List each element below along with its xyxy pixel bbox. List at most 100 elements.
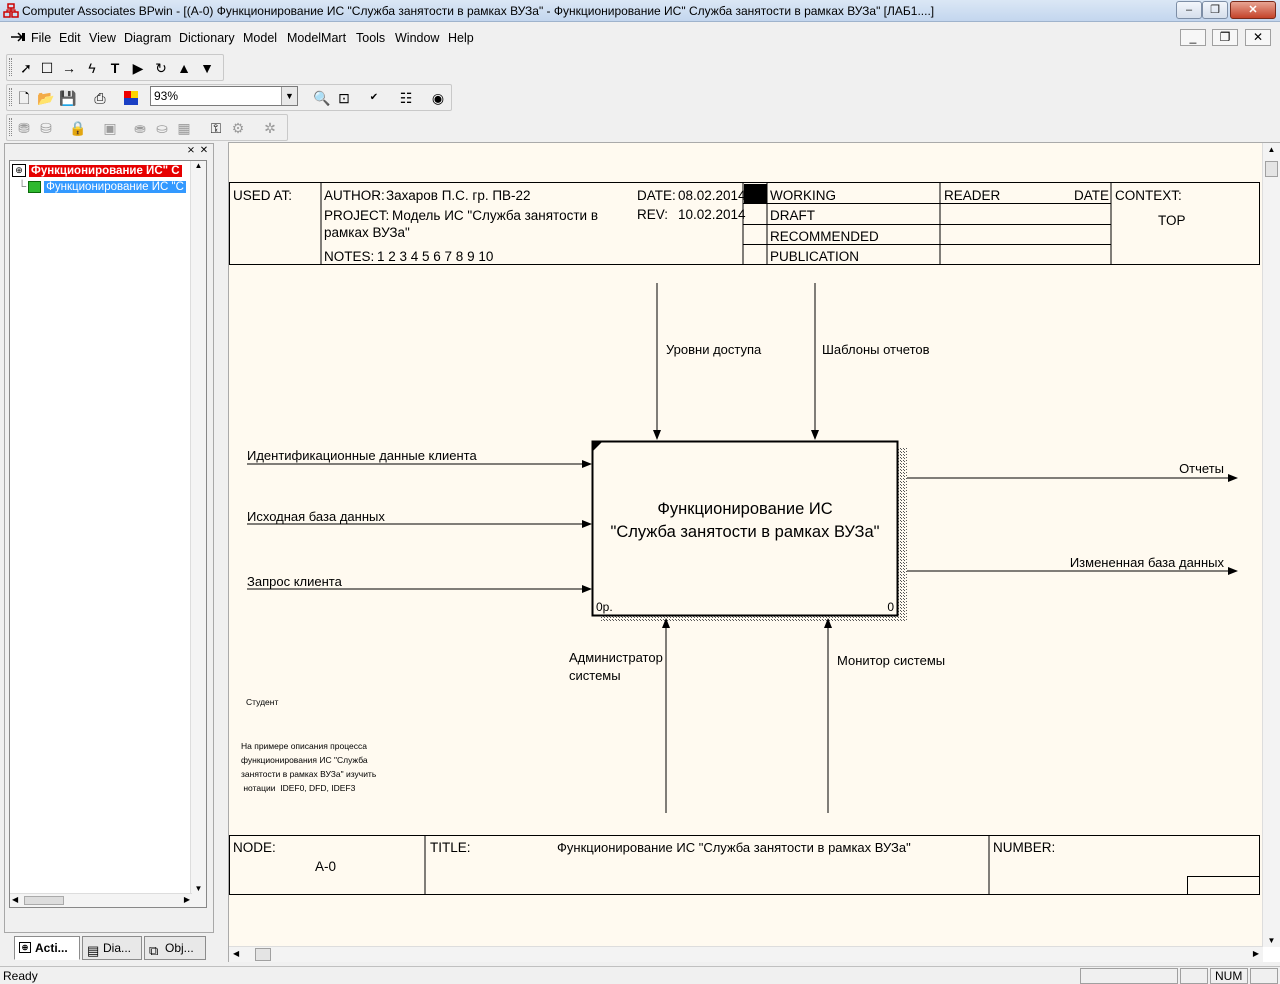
title-label: TITLE: <box>430 840 471 855</box>
maximize-button[interactable]: ❐ <box>1202 1 1228 19</box>
mm-users-icon[interactable]: ⚙ <box>227 117 249 139</box>
diagram-vertical-scrollbar[interactable]: ▲ ▼ <box>1262 143 1280 947</box>
notes-label: NOTES: <box>324 249 374 264</box>
explorer-close-icon[interactable]: ✕ <box>198 145 210 157</box>
tab-objects[interactable]: ⧉ Obj... <box>144 936 206 960</box>
close-button[interactable]: ✕ <box>1230 1 1276 19</box>
activity-name-line2: "Служба занятости в рамках ВУЗа" <box>610 523 879 541</box>
go-to-sibling-icon[interactable]: ↻ <box>150 57 172 79</box>
menu-tools[interactable]: Tools <box>356 31 385 45</box>
open-folder-icon[interactable]: 📂 <box>35 87 57 109</box>
mm-save-icon[interactable]: ⛀ <box>151 117 173 139</box>
menu-model[interactable]: Model <box>243 31 277 45</box>
mm-open-icon[interactable]: ⛂ <box>129 117 151 139</box>
status-recommended: RECOMMENDED <box>770 229 879 244</box>
menu-dictionary[interactable]: Dictionary <box>179 31 235 45</box>
control-label-report-templates: Шаблоны отчетов <box>822 342 930 357</box>
pointer-tool-icon[interactable]: ➚ <box>15 57 37 79</box>
model-explorer-icon[interactable]: ☷ <box>395 87 417 109</box>
input-label-source-db: Исходная база данных <box>247 509 385 524</box>
go-to-parent-icon[interactable]: ▲ <box>173 57 195 79</box>
explorer-dock-icon[interactable]: ⨯ <box>185 145 197 157</box>
date-label: DATE: <box>637 188 676 203</box>
activity-tree: ⊕ Функционирование ИС" С └ Функционировани… <box>9 160 207 908</box>
zoom-fit-icon[interactable]: ⊡ <box>333 87 355 109</box>
zoom-select[interactable]: 93% ▼ <box>150 86 298 106</box>
document-menu-icon[interactable] <box>10 31 26 43</box>
tree-child-item[interactable]: └ Функционирование ИС "С <box>18 180 186 196</box>
node-label: NODE: <box>233 840 276 855</box>
activity-box-tool-icon[interactable]: ☐ <box>36 57 58 79</box>
explorer-vertical-scrollbar[interactable]: ▲ ▼ <box>190 161 206 907</box>
menu-edit[interactable]: Edit <box>59 31 81 45</box>
model-explorer-panel: ⨯ ✕ ⊕ Функционирование ИС" С └ Функциониро… <box>4 143 214 933</box>
activity-cost: 0р. <box>596 600 613 614</box>
explorer-horizontal-scrollbar[interactable]: ◀ ▶ <box>10 893 192 907</box>
menu-window[interactable]: Window <box>395 31 439 45</box>
scroll-thumb[interactable] <box>24 896 64 905</box>
node-value: A-0 <box>315 859 336 874</box>
menu-diagram[interactable]: Diagram <box>124 31 171 45</box>
author-label: AUTHOR: <box>324 188 385 203</box>
color-palette-icon[interactable] <box>120 87 142 109</box>
go-down-icon[interactable]: ▼ <box>196 57 218 79</box>
activity-number: 0 <box>887 600 894 614</box>
mm-security-icon[interactable]: ⚿ <box>205 117 227 139</box>
tree-child-label: Функционирование ИС "С <box>44 181 186 193</box>
mm-disconnect-icon[interactable]: ⛁ <box>35 117 57 139</box>
lock-icon[interactable]: 🔒 <box>67 117 89 139</box>
chevron-down-icon[interactable]: ▼ <box>281 87 297 105</box>
number-label: NUMBER: <box>993 840 1055 855</box>
new-file-icon[interactable]: 🗋 <box>13 87 35 109</box>
menu-file[interactable]: File <box>31 31 51 45</box>
title-value: Функционирование ИС "Служба занятости в … <box>557 840 911 855</box>
working-status-marker <box>744 184 767 203</box>
output-label-reports: Отчеты <box>1179 461 1224 476</box>
status-num-indicator: NUM <box>1210 968 1248 984</box>
diagram-canvas[interactable]: USED AT: AUTHOR: Захаров П.С. гр. ПВ-22 … <box>229 143 1263 947</box>
diagrams-tab-icon: ▤ <box>87 943 100 958</box>
mechanism-label-monitor: Монитор системы <box>837 653 945 668</box>
scroll-thumb[interactable] <box>1265 161 1278 177</box>
activity-node-icon: ⊕ <box>12 164 26 178</box>
mdi-restore-button[interactable]: ❐ <box>1212 29 1238 46</box>
spell-check-icon[interactable]: ✔ <box>363 87 385 109</box>
zoom-in-icon[interactable]: 🔍 <box>311 87 333 109</box>
mm-connect-icon[interactable]: ⛃ <box>13 117 35 139</box>
bpwin-app-icon <box>3 3 19 18</box>
status-cell-empty <box>1080 968 1178 984</box>
status-cell-scroll <box>1250 968 1278 984</box>
leaf-activity-icon <box>28 180 42 193</box>
arrow-tool-icon[interactable]: → <box>58 57 80 79</box>
mm-library-icon[interactable]: ▣ <box>99 117 121 139</box>
print-icon[interactable]: ⎙ <box>89 87 111 109</box>
tab-activities[interactable]: ⊕ Acti... <box>14 936 80 960</box>
menu-modelmart[interactable]: ModelMart <box>287 31 346 45</box>
output-label-modified-db: Измененная база данных <box>1070 555 1225 570</box>
viewpoint-text: Студент <box>246 697 278 707</box>
author-value: Захаров П.С. гр. ПВ-22 <box>386 188 531 203</box>
tree-root-item[interactable]: ⊕ Функционирование ИС" С <box>12 164 182 180</box>
diagram-horizontal-scrollbar[interactable]: ◀ ▶ <box>229 946 1263 962</box>
save-icon[interactable]: 💾 <box>57 87 79 109</box>
mm-options-icon[interactable]: ✲ <box>259 117 281 139</box>
mechanism-label-admin-line1: Администратор <box>569 650 663 665</box>
mdi-close-button[interactable]: ✕ <box>1245 29 1271 46</box>
status-draft: DRAFT <box>770 208 815 223</box>
status-publication: PUBLICATION <box>770 249 859 264</box>
tab-diagrams[interactable]: ▤ Dia... <box>82 936 142 960</box>
mm-grid-icon[interactable]: ▦ <box>173 117 195 139</box>
menu-help[interactable]: Help <box>448 31 474 45</box>
diagram-window: USED AT: AUTHOR: Захаров П.С. гр. ПВ-22 … <box>228 142 1280 962</box>
squiggle-tool-icon[interactable]: ϟ <box>81 57 103 79</box>
activity-name-line1: Функционирование ИС <box>657 500 832 518</box>
tree-root-label: Функционирование ИС" С <box>29 165 182 177</box>
minimize-button[interactable]: – <box>1176 1 1202 19</box>
scroll-thumb[interactable] <box>255 948 271 961</box>
go-to-child-icon[interactable]: ▶ <box>127 57 149 79</box>
project-value-line1: Модель ИС "Служба занятости в <box>392 208 598 223</box>
menu-view[interactable]: View <box>89 31 116 45</box>
text-tool-icon[interactable]: T <box>104 57 126 79</box>
modelmart-icon[interactable]: ◉ <box>427 87 449 109</box>
mdi-minimize-button[interactable]: _ <box>1180 29 1206 46</box>
